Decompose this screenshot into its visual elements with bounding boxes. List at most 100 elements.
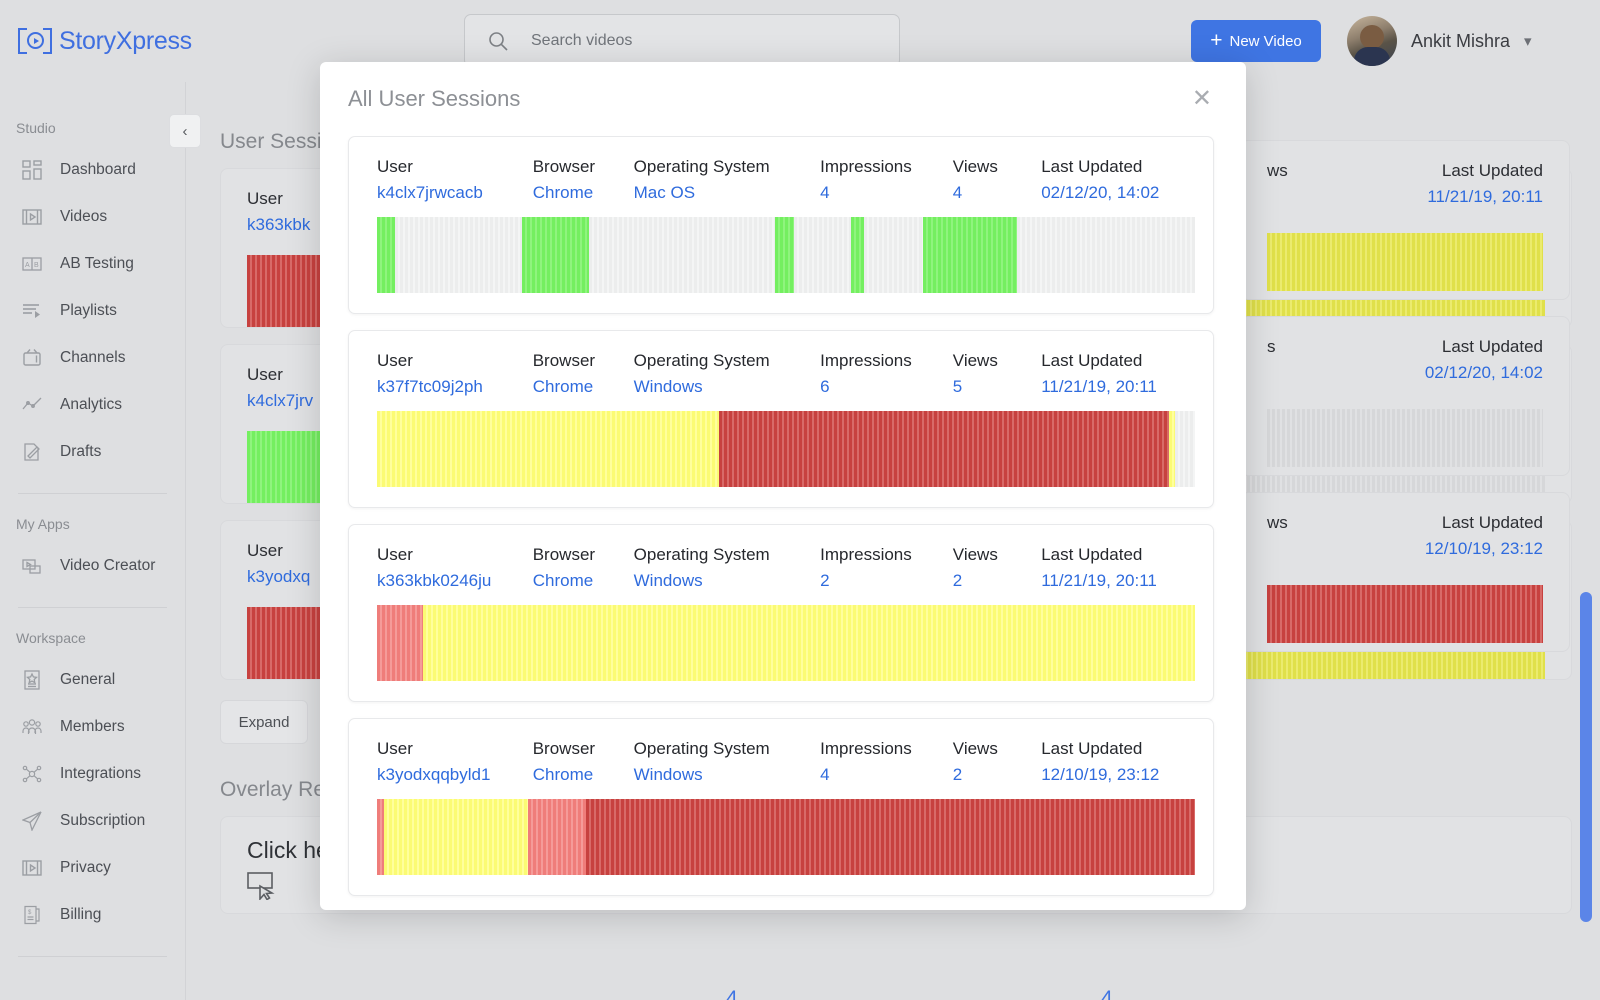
session-engagement-heatmap[interactable] xyxy=(377,217,1195,293)
session-user-value[interactable]: k37f7tc09j2ph xyxy=(377,377,533,397)
new-video-label: New Video xyxy=(1229,33,1301,50)
session-os-cell: Operating System Windows xyxy=(634,545,820,591)
sidebar-item-label: Integrations xyxy=(60,765,141,783)
bar-segment-red xyxy=(1267,585,1543,643)
session-field-row: User k37f7tc09j2ph Browser Chrome Operat… xyxy=(377,351,1195,397)
session-impressions-value: 2 xyxy=(820,571,953,591)
sidebar-item-label: Channels xyxy=(60,349,126,367)
session-user-cell: User k4clx7jrwcacb xyxy=(377,157,533,203)
bar-segment-green xyxy=(775,217,794,293)
search-bar[interactable] xyxy=(464,14,900,67)
sidebar-item-channels[interactable]: Channels xyxy=(0,334,185,381)
star-document-icon xyxy=(20,668,44,692)
search-input[interactable] xyxy=(531,32,899,50)
sidebar-item-video-creator[interactable]: Video Creator xyxy=(0,542,185,589)
expand-button[interactable]: Expand xyxy=(220,700,308,744)
session-os-cell: Operating System Windows xyxy=(634,739,820,785)
sidebar-item-integrations[interactable]: Integrations xyxy=(0,750,185,797)
close-icon[interactable]: ✕ xyxy=(1192,87,1212,111)
new-video-button[interactable]: + New Video xyxy=(1191,20,1321,62)
session-card[interactable]: User k363kbk0246ju Browser Chrome Operat… xyxy=(348,524,1214,702)
integrations-node-icon xyxy=(20,762,44,786)
profile-menu[interactable]: Ankit Mishra ▾ xyxy=(1347,16,1532,66)
column-header-last-updated: Last Updated xyxy=(1041,739,1195,759)
plus-icon: + xyxy=(1210,30,1222,51)
background-session-card-right[interactable]: s Last Updated 02/12/20, 14:02 xyxy=(1240,316,1570,476)
sidebar-item-members[interactable]: Members xyxy=(0,703,185,750)
session-browser-value: Chrome xyxy=(533,765,634,785)
receipt-dollar-icon: $ xyxy=(20,903,44,927)
session-views-value: 2 xyxy=(953,765,1041,785)
sidebar-item-drafts[interactable]: Drafts xyxy=(0,428,185,475)
session-engagement-heatmap[interactable] xyxy=(377,799,1195,875)
sidebar-group-label-my-apps: My Apps xyxy=(16,516,185,532)
sidebar-item-label: Video Creator xyxy=(60,557,155,575)
bar-segment-yellow xyxy=(384,799,527,875)
bottom-number-1: 4 xyxy=(726,987,738,1000)
background-column-header-views: s xyxy=(1267,337,1276,357)
background-column-header-last-updated: Last Updated xyxy=(1425,337,1543,357)
column-header-views: Views xyxy=(953,545,1041,565)
dashboard-grid-icon xyxy=(20,158,44,182)
session-card[interactable]: User k3yodxqqbyld1 Browser Chrome Operat… xyxy=(348,718,1214,896)
session-user-value[interactable]: k363kbk0246ju xyxy=(377,571,533,591)
bar-segment-green xyxy=(923,217,1017,293)
session-engagement-heatmap[interactable] xyxy=(377,411,1195,487)
bar-segment-green xyxy=(522,217,589,293)
bar-segment-grey xyxy=(1017,217,1195,293)
sidebar-item-privacy[interactable]: Privacy xyxy=(0,844,185,891)
sidebar-item-ab-testing[interactable]: A B AB Testing xyxy=(0,240,185,287)
background-column-header-user: User xyxy=(247,189,310,209)
session-card[interactable]: User k37f7tc09j2ph Browser Chrome Operat… xyxy=(348,330,1214,508)
sidebar-divider-2 xyxy=(18,607,167,608)
session-user-value[interactable]: k3yodxqqbyld1 xyxy=(377,765,533,785)
session-impressions-cell: Impressions 4 xyxy=(820,739,953,785)
chevron-left-icon: ‹ xyxy=(183,123,188,140)
session-views-value: 5 xyxy=(953,377,1041,397)
session-user-value[interactable]: k4clx7jrwcacb xyxy=(377,183,533,203)
session-user-cell: User k3yodxqqbyld1 xyxy=(377,739,533,785)
background-heatmap xyxy=(1267,585,1543,643)
background-session-card-right[interactable]: ws Last Updated 12/10/19, 23:12 xyxy=(1240,492,1570,652)
sidebar-item-billing[interactable]: $ Billing xyxy=(0,891,185,938)
sidebar-item-label: Playlists xyxy=(60,302,117,320)
sidebar-item-label: General xyxy=(60,671,115,689)
bar-segment-red xyxy=(719,411,1169,487)
column-header-operating-system: Operating System xyxy=(634,739,820,759)
svg-text:A: A xyxy=(25,262,30,269)
background-column-header-views: ws xyxy=(1267,161,1288,181)
session-updated-cell: Last Updated 02/12/20, 14:02 xyxy=(1041,157,1195,203)
page-scrollbar[interactable] xyxy=(1580,592,1592,922)
sidebar-item-subscription[interactable]: Subscription xyxy=(0,797,185,844)
svg-text:$: $ xyxy=(28,910,32,916)
bar-segment-dyellow xyxy=(1267,233,1543,291)
bar-segment-grey xyxy=(395,217,522,293)
sidebar-collapse-button[interactable]: ‹ xyxy=(169,114,201,148)
session-user-cell: User k363kbk0246ju xyxy=(377,545,533,591)
session-card[interactable]: User k4clx7jrwcacb Browser Chrome Operat… xyxy=(348,136,1214,314)
search-icon xyxy=(465,30,531,52)
background-column-header-views: ws xyxy=(1267,513,1288,533)
background-user-cell: User k363kbk xyxy=(247,189,310,235)
bottom-number-row: 4 4 xyxy=(186,987,1600,1000)
session-engagement-heatmap[interactable] xyxy=(377,605,1195,681)
line-chart-icon xyxy=(20,393,44,417)
background-updated-cell: Last Updated 12/10/19, 23:12 xyxy=(1425,513,1543,559)
session-views-cell: Views 5 xyxy=(953,351,1041,397)
session-updated-cell: Last Updated 12/10/19, 23:12 xyxy=(1041,739,1195,785)
sidebar-item-videos[interactable]: Videos xyxy=(0,193,185,240)
background-session-card-right[interactable]: ws Last Updated 11/21/19, 20:11 xyxy=(1240,140,1570,300)
modal-session-list[interactable]: User k4clx7jrwcacb Browser Chrome Operat… xyxy=(320,136,1246,910)
background-card-fields: s Last Updated 02/12/20, 14:02 xyxy=(1267,337,1543,383)
sidebar-item-dashboard[interactable]: Dashboard xyxy=(0,146,185,193)
sidebar-item-playlists[interactable]: Playlists xyxy=(0,287,185,334)
chevron-down-icon[interactable]: ▾ xyxy=(1524,32,1532,50)
column-header-impressions: Impressions xyxy=(820,351,953,371)
background-updated-cell: Last Updated 11/21/19, 20:11 xyxy=(1427,161,1543,207)
session-browser-cell: Browser Chrome xyxy=(533,157,634,203)
brand-logo[interactable]: StoryXpress xyxy=(18,24,192,58)
sidebar-item-analytics[interactable]: Analytics xyxy=(0,381,185,428)
column-header-browser: Browser xyxy=(533,157,634,177)
sidebar-item-general[interactable]: General xyxy=(0,656,185,703)
session-browser-cell: Browser Chrome xyxy=(533,545,634,591)
